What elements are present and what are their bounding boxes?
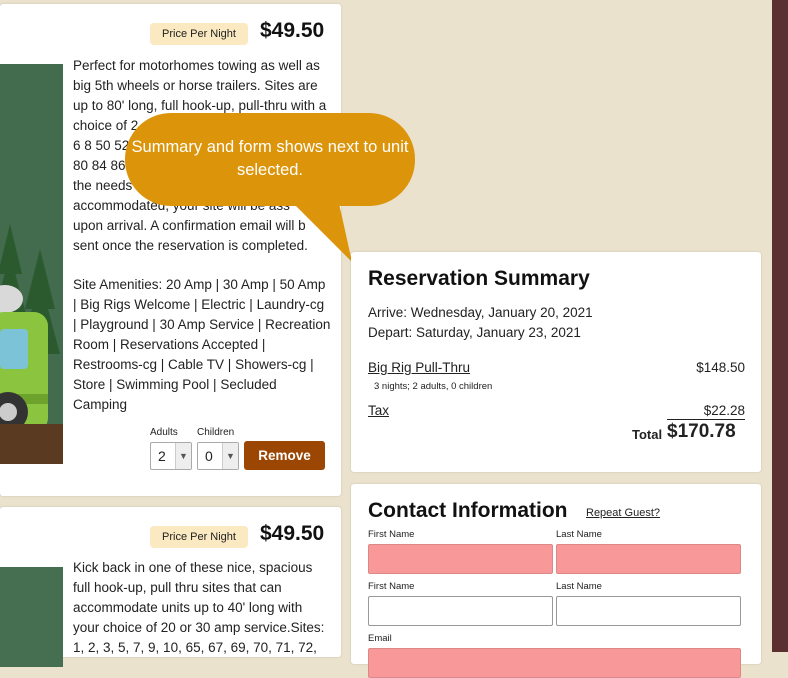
unit-amount: $148.50	[696, 360, 745, 375]
total-label: Total	[632, 427, 663, 442]
first-name-label: First Name	[368, 581, 415, 592]
contact-title: Contact Information	[368, 499, 568, 522]
last-name-label: Last Name	[556, 581, 602, 592]
first-name-field[interactable]	[368, 596, 553, 626]
last-name-field[interactable]	[556, 596, 741, 626]
unit-note: 3 nights; 2 adults, 0 children	[374, 381, 493, 392]
last-name-label: Last Name	[556, 529, 602, 540]
callout-text: Summary and form shows next to unit sele…	[131, 138, 409, 179]
total-rule	[667, 419, 745, 420]
unit-link[interactable]: Big Rig Pull-Thru	[368, 360, 470, 375]
first-name-label: First Name	[368, 529, 415, 540]
arrive-date: Arrive: Wednesday, January 20, 2021	[368, 305, 593, 320]
contact-information: Contact Information Repeat Guest? First …	[351, 484, 761, 678]
repeat-guest-link[interactable]: Repeat Guest?	[586, 507, 660, 519]
email-label: Email	[368, 633, 392, 644]
first-name-field[interactable]	[368, 544, 553, 574]
email-field[interactable]	[368, 648, 741, 678]
tax-link[interactable]: Tax	[368, 403, 389, 418]
last-name-field[interactable]	[556, 544, 741, 574]
depart-date: Depart: Saturday, January 23, 2021	[368, 325, 581, 340]
summary-title: Reservation Summary	[368, 267, 590, 290]
total-amount: $170.78	[667, 421, 736, 442]
reservation-summary: Reservation Summary Arrive: Wednesday, J…	[351, 252, 761, 472]
tax-amount: $22.28	[703, 403, 745, 418]
